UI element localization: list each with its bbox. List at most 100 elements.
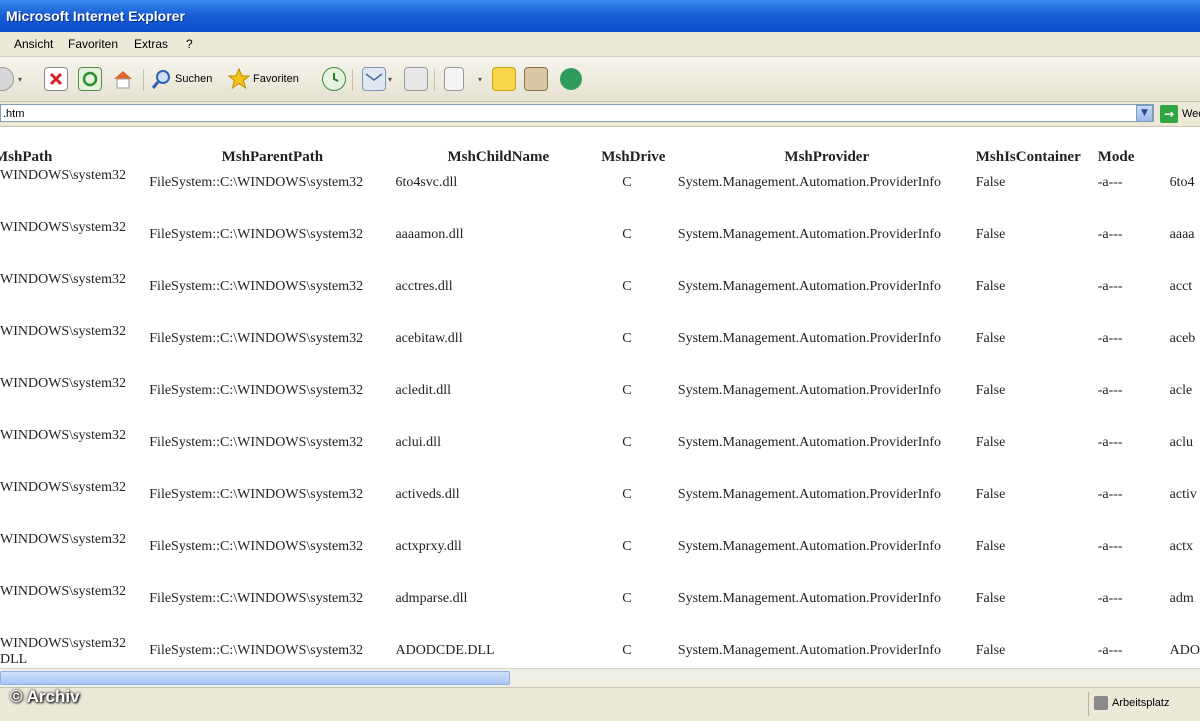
edit-document-icon [444,67,464,91]
cell-name: 6to4 [1169,175,1195,190]
cell-mode: -a--- [1097,435,1123,450]
table-row: WINDOWS\system32 FileSystem::C:\WINDOWS\s… [0,324,1200,376]
cell-provider: System.Management.Automation.ProviderInf… [677,227,942,242]
cell-provider: System.Management.Automation.ProviderInf… [677,279,942,294]
status-bar: Arbeitsplatz [0,687,1200,721]
cell-drive: C [622,591,632,606]
forward-arrow-icon [0,67,14,91]
cell-name: actx [1169,539,1193,554]
cell-name: aclu [1169,435,1193,450]
cell-mode: -a--- [1097,175,1123,190]
go-button[interactable]: → Wech [1160,105,1200,123]
cell-parent: FileSystem::C:\WINDOWS\system32 [149,591,364,606]
zone-label: Arbeitsplatz [1112,697,1170,709]
scrollbar-thumb[interactable] [0,671,510,685]
messenger-icon [560,68,582,90]
cell-container: False [975,435,1006,450]
menu-bar: Ansicht Favoriten Extras ? [0,32,1200,57]
table-row: WINDOWS\system32 FileSystem::C:\WINDOWS\s… [0,272,1200,324]
search-icon [150,68,172,90]
go-arrow-icon: → [1160,105,1178,123]
status-divider [1088,692,1089,716]
menu-ansicht[interactable]: Ansicht [14,37,53,51]
stop-button[interactable] [44,65,68,93]
cell-drive: C [622,539,632,554]
chevron-down-icon: ▼ [1141,108,1148,118]
cell-child: activeds.dll [395,487,460,502]
cell-name: aaaa [1169,227,1195,242]
menu-favoriten[interactable]: Favoriten [68,37,118,51]
table-row: WINDOWS\system32 FileSystem::C:\WINDOWS\s… [0,428,1200,480]
cell-parent: FileSystem::C:\WINDOWS\system32 [149,227,364,242]
cell-provider: System.Management.Automation.ProviderInf… [677,591,942,606]
cell-parent: FileSystem::C:\WINDOWS\system32 [149,331,364,346]
go-label: Wech [1182,108,1200,120]
research-icon [524,67,548,91]
copyright-watermark: © Archiv [10,687,80,706]
notes-button[interactable] [492,65,516,93]
cell-child: acctres.dll [395,279,453,294]
cell-drive: C [622,227,632,242]
forward-button[interactable]: ▾ [0,65,22,93]
cell-child: aaaamon.dll [395,227,464,242]
table-row: WINDOWS\system32 FileSystem::C:\WINDOWS\s… [0,584,1200,636]
history-icon [322,67,346,91]
print-button[interactable] [404,65,428,93]
cell-path: WINDOWS\system32 [0,584,126,599]
notes-icon [492,67,516,91]
header-mshdrive: MshDrive [601,148,666,165]
mail-icon [362,67,386,91]
refresh-button[interactable] [78,65,102,93]
cell-parent: FileSystem::C:\WINDOWS\system32 [149,435,364,450]
search-button[interactable]: Suchen [150,65,212,93]
menu-help[interactable]: ? [186,37,193,51]
messenger-button[interactable] [560,65,582,93]
address-input[interactable]: .htm [0,104,1154,122]
dropdown-arrow-icon: ▾ [18,74,23,84]
toolbar-separator [143,69,144,91]
toolbar-separator [434,69,435,91]
cell-child: aclui.dll [395,435,441,450]
title-bar[interactable]: Microsoft Internet Explorer [0,0,1200,32]
cell-name: acle [1169,383,1193,398]
security-zone: Arbeitsplatz [1094,696,1169,710]
edit-button[interactable]: ▾ [444,65,482,93]
cell-mode: -a--- [1097,643,1123,658]
cell-parent: FileSystem::C:\WINDOWS\system32 [149,279,364,294]
results-table: MshPath MshParentPath MshChildName MshDr… [0,146,1200,668]
cell-provider: System.Management.Automation.ProviderInf… [677,175,942,190]
address-dropdown-button[interactable]: ▼ [1136,105,1153,122]
cell-parent: FileSystem::C:\WINDOWS\system32 [149,175,364,190]
cell-path: WINDOWS\system32 DLL [0,636,126,667]
menu-extras[interactable]: Extras [134,37,168,51]
cell-parent: FileSystem::C:\WINDOWS\system32 [149,643,364,658]
cell-parent: FileSystem::C:\WINDOWS\system32 [149,383,364,398]
search-label: Suchen [175,73,213,85]
cell-provider: System.Management.Automation.ProviderInf… [677,643,942,658]
cell-parent: FileSystem::C:\WINDOWS\system32 [149,487,364,502]
cell-provider: System.Management.Automation.ProviderInf… [677,435,942,450]
header-mode: Mode [1097,148,1135,165]
cell-provider: System.Management.Automation.ProviderInf… [677,487,942,502]
favorites-button[interactable]: Favoriten [227,65,299,93]
cell-container: False [975,227,1006,242]
research-button[interactable] [524,65,548,93]
home-icon [112,68,134,90]
cell-child: actxprxy.dll [395,539,462,554]
header-mshparentpath: MshParentPath [221,148,324,165]
cell-mode: -a--- [1097,331,1123,346]
cell-mode: -a--- [1097,487,1123,502]
cell-name: activ [1169,487,1197,502]
home-button[interactable] [112,65,134,93]
history-button[interactable] [322,65,346,93]
dropdown-arrow-icon: ▾ [478,74,483,84]
mail-button[interactable]: ▾ [362,65,392,93]
cell-path: WINDOWS\system32 [0,168,126,183]
cell-mode: -a--- [1097,539,1123,554]
cell-mode: -a--- [1097,591,1123,606]
cell-path: WINDOWS\system32 [0,532,126,547]
horizontal-scrollbar[interactable] [0,668,1200,687]
cell-container: False [975,539,1006,554]
cell-container: False [975,591,1006,606]
table-row: WINDOWS\system32 FileSystem::C:\WINDOWS\s… [0,220,1200,272]
